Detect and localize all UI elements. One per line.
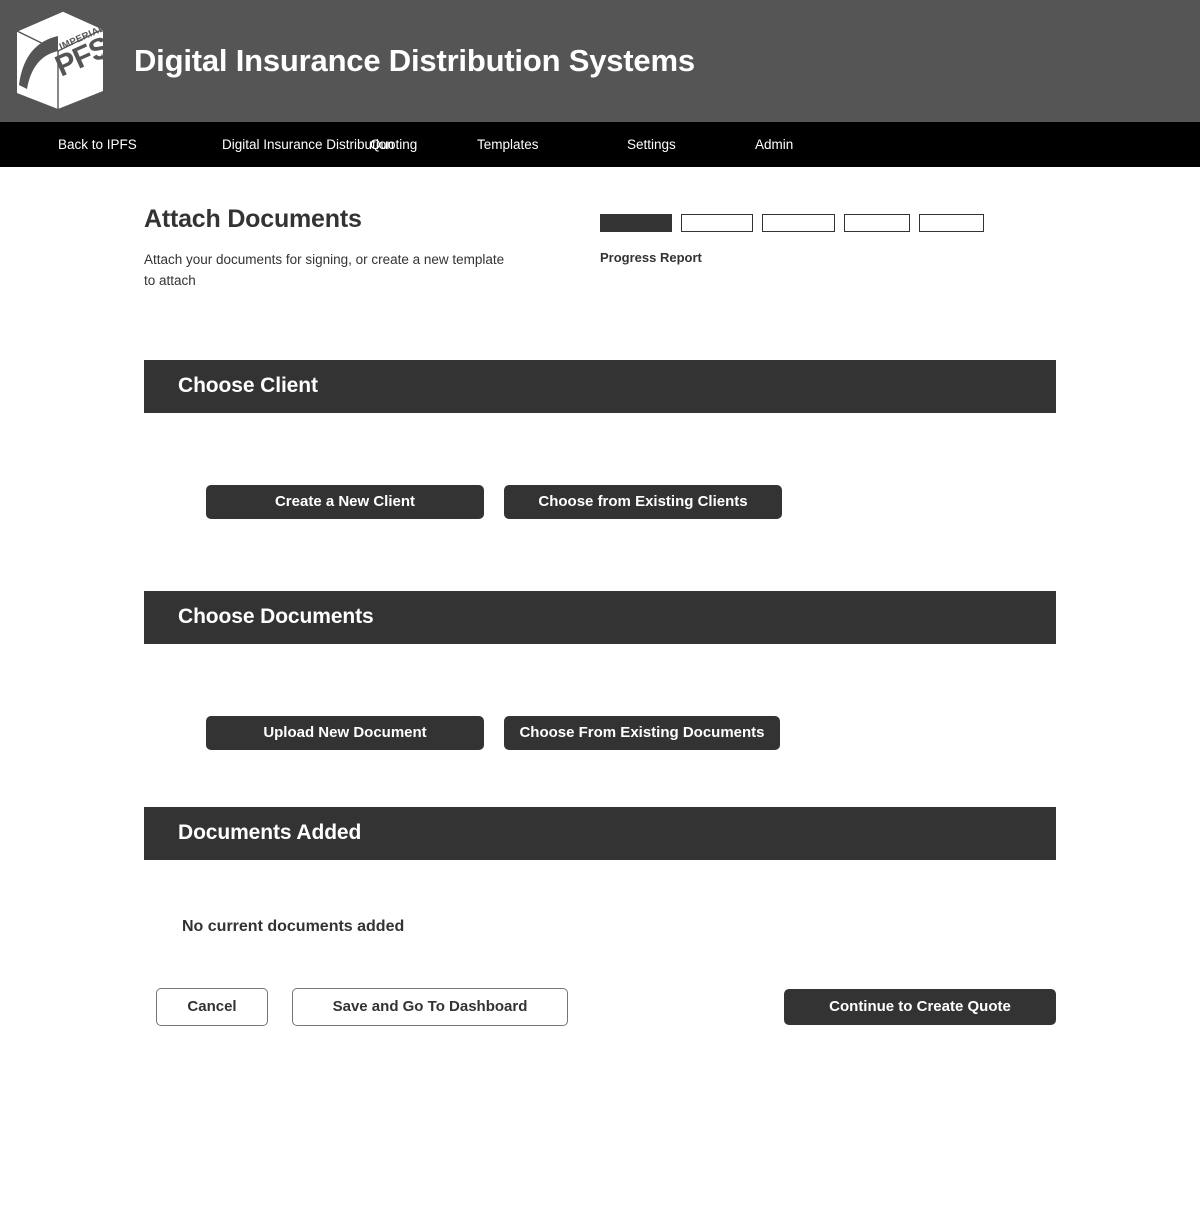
create-new-client-button[interactable]: Create a New Client xyxy=(206,484,484,519)
progress-segment-3 xyxy=(762,214,835,232)
section-header-choose-client: Choose Client xyxy=(144,359,1056,413)
page-subtitle: Attach your documents for signing, or cr… xyxy=(144,252,505,288)
choose-existing-documents-button[interactable]: Choose From Existing Documents xyxy=(504,715,780,750)
nav-item-templates[interactable]: Templates xyxy=(477,122,627,167)
section-header-documents-added: Documents Added xyxy=(144,806,1056,860)
nav-item-digital-insurance-distribution[interactable]: Digital Insurance Distribution xyxy=(222,122,394,167)
documents-added-empty-message: No current documents added xyxy=(182,917,405,935)
progress-report: Progress Report xyxy=(600,205,1056,265)
nav-item-quoting[interactable]: Quoting xyxy=(370,122,477,167)
choose-existing-clients-button[interactable]: Choose from Existing Clients xyxy=(504,484,782,519)
page-content: Attach Documents Attach your documents f… xyxy=(144,167,1056,1026)
upload-new-document-button[interactable]: Upload New Document xyxy=(206,715,484,750)
form-footer-actions: Cancel Save and Go To Dashboard Continue… xyxy=(144,987,1056,1026)
page-header-row: Attach Documents Attach your documents f… xyxy=(144,205,1056,292)
continue-to-create-quote-button[interactable]: Continue to Create Quote xyxy=(784,988,1056,1025)
progress-bar xyxy=(600,214,1056,232)
nav-item-settings[interactable]: Settings xyxy=(627,122,755,167)
section-title-choose-client: Choose Client xyxy=(178,374,318,398)
progress-segment-5 xyxy=(919,214,984,232)
cancel-button[interactable]: Cancel xyxy=(156,987,268,1026)
choose-documents-actions: Upload New Document Choose From Existing… xyxy=(144,715,1056,750)
main-navigation: Back to IPFS Digital Insurance Distribut… xyxy=(0,122,1200,167)
progress-segment-4 xyxy=(844,214,910,232)
choose-client-actions: Create a New Client Choose from Existing… xyxy=(144,484,1056,519)
nav-item-back-to-ipfs[interactable]: Back to IPFS xyxy=(58,122,222,167)
page-intro: Attach Documents Attach your documents f… xyxy=(144,205,600,292)
app-header: IMPERIAL PFS ® Digital Insurance Distrib… xyxy=(0,0,1200,122)
imperial-pfs-logo[interactable]: IMPERIAL PFS ® xyxy=(8,6,112,116)
section-title-documents-added: Documents Added xyxy=(178,821,362,845)
progress-segment-2 xyxy=(681,214,753,232)
progress-report-label: Progress Report xyxy=(600,250,702,265)
nav-item-admin[interactable]: Admin xyxy=(755,122,855,167)
section-header-choose-documents: Choose Documents xyxy=(144,590,1056,644)
page-title: Attach Documents xyxy=(144,205,362,233)
save-and-go-to-dashboard-button[interactable]: Save and Go To Dashboard xyxy=(292,987,568,1026)
section-title-choose-documents: Choose Documents xyxy=(178,605,374,629)
progress-segment-1 xyxy=(600,214,672,232)
app-title: Digital Insurance Distribution Systems xyxy=(134,43,695,78)
